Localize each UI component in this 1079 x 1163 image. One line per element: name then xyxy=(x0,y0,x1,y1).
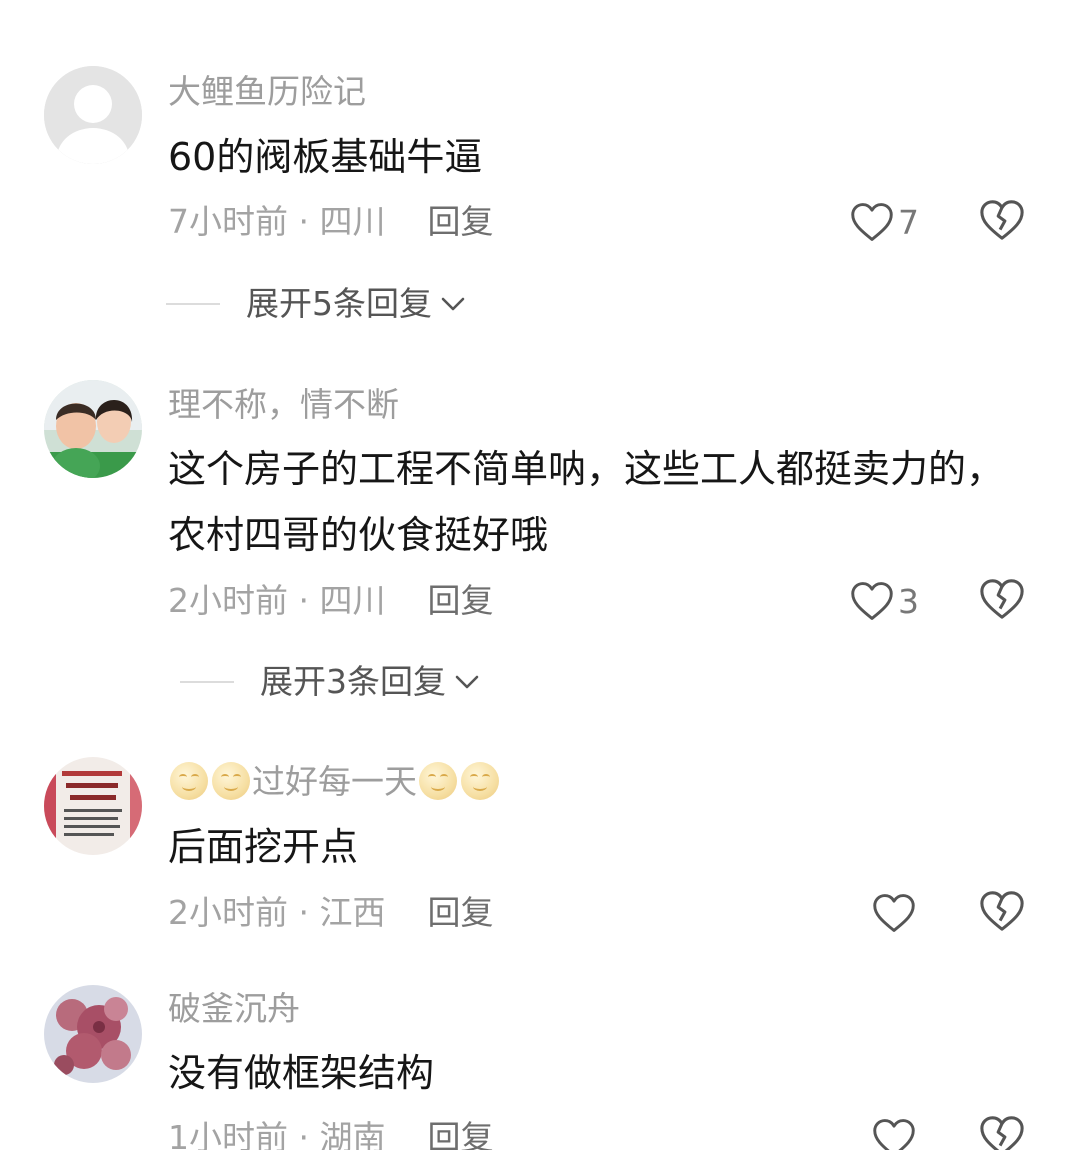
reply-button[interactable]: 回复 xyxy=(427,202,493,241)
expand-replies-button[interactable]: 展开5条回复 xyxy=(166,284,466,324)
smile-emoji-icon xyxy=(461,762,499,800)
timestamp: 7小时前 xyxy=(168,202,288,241)
reply-button[interactable]: 回复 xyxy=(427,581,493,620)
smile-emoji-icon xyxy=(419,762,457,800)
bottom-edge xyxy=(0,1150,1079,1163)
separator: · xyxy=(288,893,320,932)
like-button[interactable]: 3 xyxy=(839,577,919,625)
avatar[interactable] xyxy=(44,985,142,1083)
like-button[interactable]: 7 xyxy=(839,198,919,246)
separator: · xyxy=(288,202,320,241)
username-text: 过好每一天 xyxy=(252,762,417,801)
chevron-down-icon xyxy=(455,675,479,689)
location: 四川 xyxy=(319,581,386,620)
comment-text: 60的阀板基础牛逼 xyxy=(168,135,483,179)
separator: · xyxy=(288,581,320,620)
comment-meta: 7小时前 · 四川 回复 xyxy=(168,202,493,242)
flower-avatar-icon xyxy=(44,985,142,1083)
avatar[interactable] xyxy=(44,66,142,164)
smile-emoji-icon xyxy=(212,762,250,800)
broken-heart-icon xyxy=(980,200,1024,240)
heart-outline-icon xyxy=(851,582,893,620)
default-avatar-icon xyxy=(44,66,142,164)
username[interactable]: 过好每一天 xyxy=(168,762,501,802)
comment-meta: 2小时前 · 四川 回复 xyxy=(168,581,493,621)
comment-text: 后面挖开点 xyxy=(168,825,359,869)
expand-replies-button[interactable]: 展开3条回复 xyxy=(180,662,480,702)
username[interactable]: 理不称，情不断 xyxy=(168,385,399,425)
location: 江西 xyxy=(319,893,386,932)
broken-heart-icon xyxy=(980,891,1024,931)
chevron-down-icon xyxy=(441,297,465,311)
dislike-button[interactable] xyxy=(979,577,1027,625)
comment-text: 没有做框架结构 xyxy=(168,1051,435,1095)
avatar[interactable] xyxy=(44,380,142,478)
smile-emoji-icon xyxy=(170,762,208,800)
avatar[interactable] xyxy=(44,757,142,855)
location: 四川 xyxy=(319,202,386,241)
expand-replies-label: 展开3条回复 xyxy=(260,662,446,701)
divider xyxy=(166,303,220,305)
heart-outline-icon xyxy=(851,203,893,241)
text-image-avatar-icon xyxy=(44,757,142,855)
like-button[interactable] xyxy=(836,889,916,937)
photo-avatar-icon xyxy=(44,380,142,478)
expand-replies-label: 展开5条回复 xyxy=(246,284,432,323)
heart-outline-icon xyxy=(873,894,915,932)
dislike-button[interactable] xyxy=(979,889,1027,937)
username[interactable]: 破釜沉舟 xyxy=(168,989,300,1029)
timestamp: 2小时前 xyxy=(168,581,288,620)
like-count: 7 xyxy=(898,202,919,242)
broken-heart-icon xyxy=(980,579,1024,619)
divider xyxy=(180,681,234,683)
username[interactable]: 大鲤鱼历险记 xyxy=(168,72,366,112)
comment-text: 这个房子的工程不简单呐，这些工人都挺卖力的，农村四哥的伙食挺好哦 xyxy=(168,447,1005,557)
dislike-button[interactable] xyxy=(979,198,1027,246)
reply-button[interactable]: 回复 xyxy=(427,893,493,932)
timestamp: 2小时前 xyxy=(168,893,288,932)
comment-meta: 2小时前 · 江西 回复 xyxy=(168,893,493,933)
like-count: 3 xyxy=(898,581,919,621)
